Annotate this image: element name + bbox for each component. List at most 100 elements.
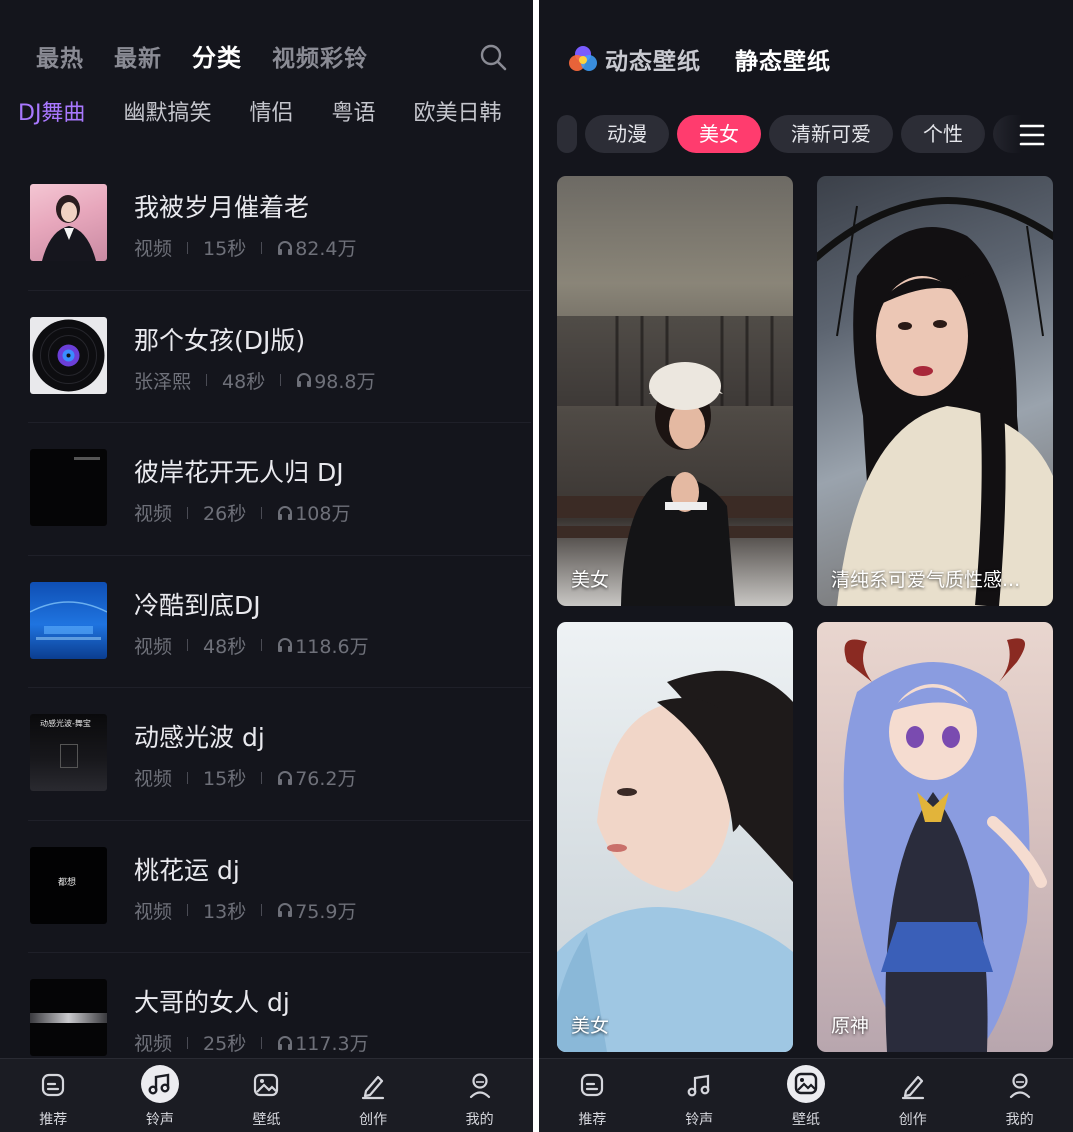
nav-ringtone[interactable]: 铃声: [646, 1059, 753, 1132]
subtab-humor[interactable]: 幽默搞笑: [123, 95, 211, 127]
top-tabs: 最热 最新 分类 视频彩铃: [36, 38, 368, 73]
nav-recommend[interactable]: 推荐: [539, 1059, 646, 1132]
tab-video-ringtone[interactable]: 视频彩铃: [272, 39, 368, 73]
song-plays: 108万: [295, 503, 351, 525]
song-duration: 15秒: [203, 768, 247, 790]
song-meta: 视频 15秒 82.4万: [134, 234, 357, 261]
music-note-icon: [140, 1065, 179, 1103]
subtab-couple[interactable]: 情侣: [249, 95, 293, 127]
song-source: 张泽熙: [134, 370, 192, 393]
wallpaper-label: 清纯系可爱气质性感...: [831, 569, 1021, 591]
song-title: 我被岁月催着老: [134, 193, 310, 222]
song-duration: 26秒: [203, 503, 247, 525]
nav-me[interactable]: 我的: [426, 1059, 533, 1132]
headphones-icon: [278, 903, 293, 917]
tab-dynamic-wallpaper[interactable]: 动态壁纸: [605, 42, 701, 76]
search-icon[interactable]: [478, 42, 508, 72]
nav-wallpaper[interactable]: 壁纸: [213, 1059, 320, 1132]
cover-image: 动感光波-舞宝: [30, 714, 107, 791]
nav-create[interactable]: 创作: [320, 1059, 427, 1132]
subtab-dj[interactable]: DJ舞曲: [18, 95, 85, 127]
nav-label: 创作: [359, 1112, 388, 1128]
nav-label: 创作: [898, 1112, 927, 1128]
cover-image: [30, 184, 107, 261]
song-title: 桃花运 dj: [134, 855, 240, 885]
song-duration: 48秒: [203, 635, 247, 658]
cover-image: 都想: [30, 846, 107, 924]
song-plays: 82.4万: [295, 238, 357, 260]
music-note-icon: [687, 1074, 710, 1097]
cover-caption: 动感光波-舞宝: [40, 719, 91, 728]
song-meta: 视频 26秒 108万: [134, 499, 350, 526]
chip-partial-left[interactable]: [557, 115, 577, 153]
nav-label: 我的: [465, 1112, 494, 1128]
song-source: 视频: [134, 900, 173, 923]
list-item[interactable]: 都想 桃花运 dj 视频 13秒 75.9万: [28, 821, 531, 953]
tab-static-wallpaper[interactable]: 静态壁纸: [735, 42, 831, 76]
nav-me[interactable]: 我的: [966, 1059, 1073, 1132]
song-source: 视频: [134, 768, 173, 790]
headphones-icon: [278, 770, 293, 785]
user-icon: [469, 1073, 490, 1099]
chip-personality[interactable]: 个性: [901, 115, 985, 153]
nav-label: 推荐: [578, 1112, 607, 1128]
nav-create[interactable]: 创作: [859, 1059, 966, 1132]
wallpaper-image: [843, 638, 1047, 1052]
wallpaper-card[interactable]: 原神: [817, 622, 1053, 1052]
list-item[interactable]: 那个女孩(DJ版) 张泽熙 48秒 98.8万: [28, 291, 531, 423]
subtab-western[interactable]: 欧美日韩: [413, 95, 501, 127]
wallpaper-card[interactable]: 美女: [557, 622, 793, 1052]
bottom-nav: 推荐 铃声 壁纸 创作 我的: [539, 1058, 1073, 1132]
chip-fresh-cute[interactable]: 清新可爱: [769, 115, 893, 153]
song-meta: 张泽熙 48秒 98.8万: [134, 367, 376, 394]
headphones-icon: [278, 505, 293, 520]
wallpaper-category-chips: 动漫 美女 清新可爱 个性: [557, 115, 1037, 155]
wallpaper-image: [817, 197, 1053, 606]
headphones-icon: [278, 1035, 293, 1050]
wallpaper-card[interactable]: 美女: [557, 176, 793, 606]
cover-image: [30, 979, 107, 1056]
song-source: 视频: [134, 238, 173, 260]
chip-anime[interactable]: 动漫: [585, 115, 669, 153]
song-title: 彼岸花开无人归 DJ: [134, 458, 344, 487]
song-duration: 25秒: [203, 1033, 247, 1055]
nav-label: 铃声: [145, 1112, 174, 1128]
user-icon: [1009, 1073, 1030, 1099]
song-source: 视频: [134, 1033, 173, 1055]
headphones-icon: [278, 240, 293, 255]
wallpaper-tabs: 动态壁纸 静态壁纸: [567, 42, 831, 76]
song-plays: 76.2万: [295, 768, 357, 790]
list-item[interactable]: 冷酷到底DJ 视频 48秒 118.6万: [28, 556, 531, 688]
category-tabs: DJ舞曲 幽默搞笑 情侣 粤语 欧美日韩: [18, 95, 502, 127]
pen-icon: [901, 1075, 924, 1100]
home-icon: [42, 1073, 65, 1097]
chip-beauty[interactable]: 美女: [677, 115, 761, 153]
song-title: 冷酷到底DJ: [134, 590, 261, 620]
nav-label: 壁纸: [252, 1112, 281, 1128]
song-plays: 117.3万: [295, 1033, 369, 1055]
image-icon: [254, 1073, 279, 1097]
cover-caption: 都想: [58, 877, 77, 888]
song-meta: 视频 15秒 76.2万: [134, 764, 357, 791]
wallpaper-card[interactable]: 清纯系可爱气质性感...: [817, 176, 1053, 606]
tab-newest[interactable]: 最新: [114, 39, 162, 73]
status-bar: [0, 0, 533, 4]
tab-hottest[interactable]: 最热: [36, 39, 84, 73]
wallpaper-label: 美女: [571, 1015, 610, 1037]
menu-icon[interactable]: [1015, 118, 1049, 152]
nav-recommend[interactable]: 推荐: [0, 1059, 107, 1132]
wallpaper-image: [557, 316, 793, 606]
nav-label: 壁纸: [791, 1112, 820, 1128]
list-item[interactable]: 我被岁月催着老 视频 15秒 82.4万: [28, 158, 531, 291]
nav-ringtone[interactable]: 铃声: [107, 1059, 214, 1132]
headphones-icon: [278, 638, 293, 652]
dynamic-wallpaper-logo-icon: [569, 46, 597, 71]
song-duration: 15秒: [203, 238, 247, 260]
tab-category[interactable]: 分类: [192, 38, 242, 73]
song-source: 视频: [134, 503, 173, 525]
subtab-cantonese[interactable]: 粤语: [331, 95, 375, 127]
nav-wallpaper[interactable]: 壁纸: [753, 1059, 860, 1132]
nav-label: 我的: [1005, 1112, 1034, 1128]
list-item[interactable]: 动感光波-舞宝 动感光波 dj 视频 15秒 76.2万: [28, 688, 531, 821]
list-item[interactable]: 彼岸花开无人归 DJ 视频 26秒 108万: [28, 423, 531, 556]
